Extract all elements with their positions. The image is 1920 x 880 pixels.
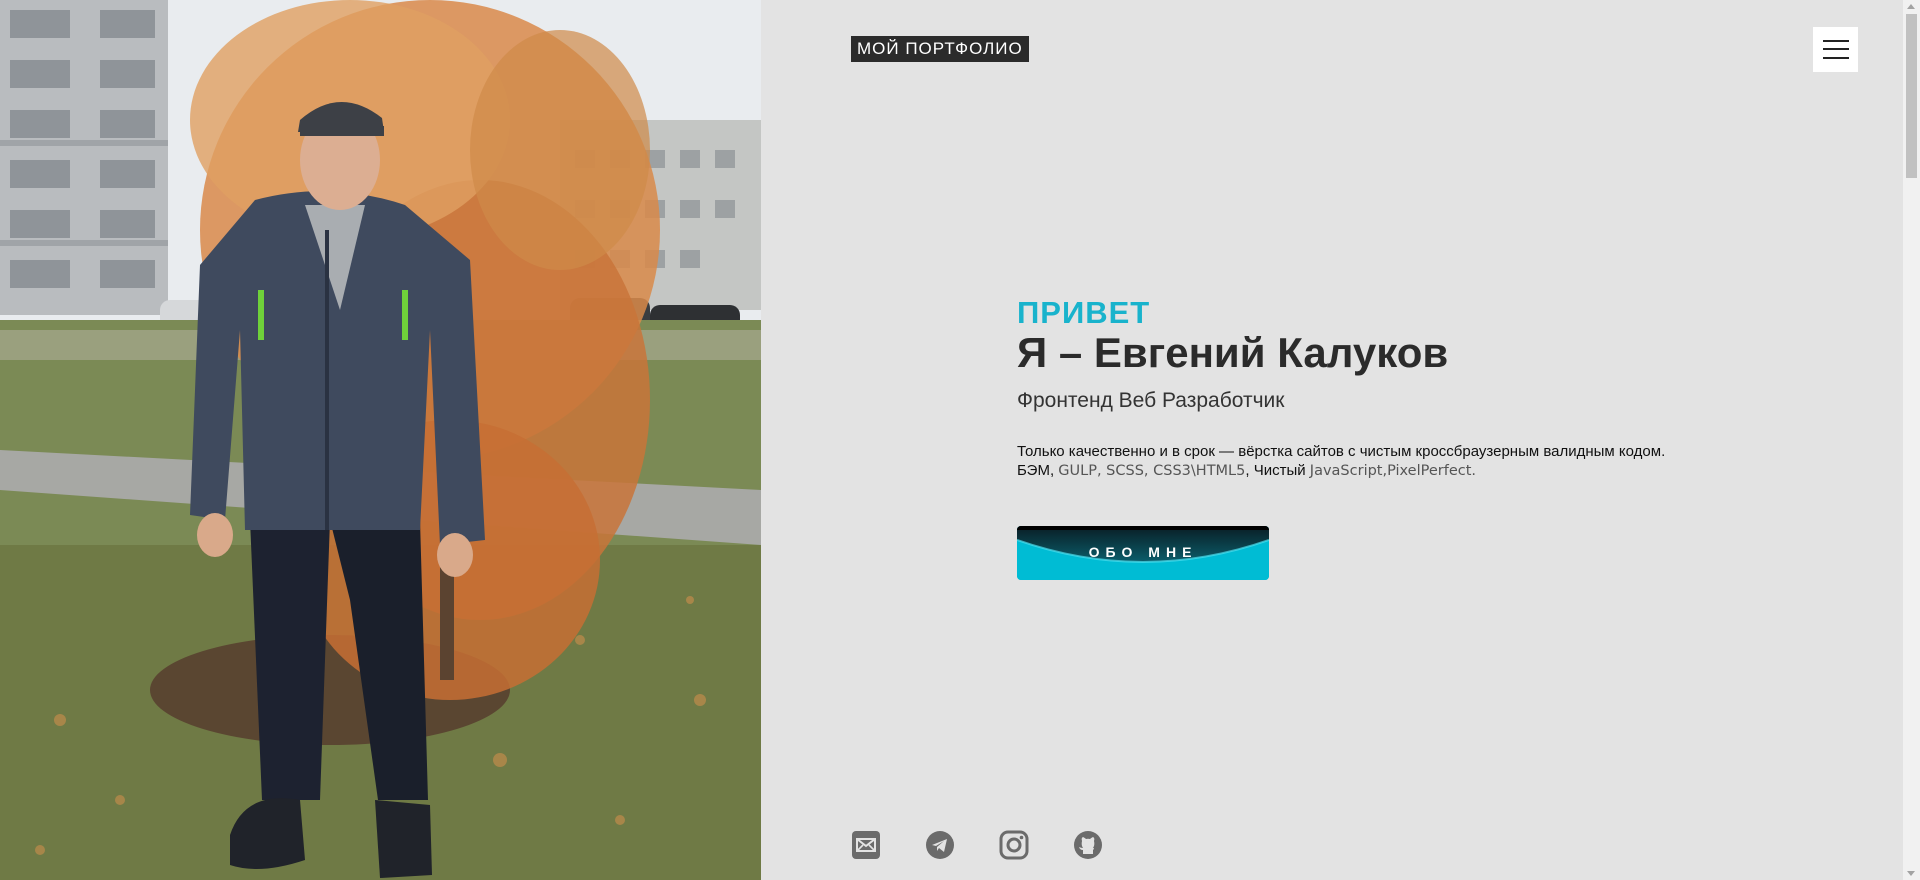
mail-icon[interactable] bbox=[851, 830, 881, 860]
hamburger-menu-icon[interactable] bbox=[1813, 27, 1858, 72]
site-logo[interactable]: МОЙ ПОРТФОЛИО bbox=[851, 36, 1029, 62]
hero-greeting: ПРИВЕТ bbox=[1017, 295, 1151, 330]
page-scrollbar[interactable] bbox=[1903, 0, 1920, 880]
instagram-icon[interactable] bbox=[999, 830, 1029, 860]
scroll-down-arrow-icon[interactable] bbox=[1907, 871, 1915, 876]
profile-photo bbox=[0, 0, 761, 880]
menu-line bbox=[1823, 57, 1849, 59]
hero-name: Я – Евгений Калуков bbox=[1017, 329, 1449, 376]
scrollbar-thumb[interactable] bbox=[1906, 14, 1917, 178]
menu-line bbox=[1823, 48, 1849, 50]
hero-section: ПРИВЕТ Я – Евгений Калуков Фронтенд Веб … bbox=[1017, 296, 1677, 481]
desc-tech-list: JavaScript,PixelPerfect. bbox=[1309, 463, 1477, 479]
hero-description: Только качественно и в срок — вёрстка са… bbox=[1017, 442, 1667, 481]
about-me-label: ОБО МНЕ bbox=[1088, 544, 1198, 560]
desc-text: , Чистый bbox=[1245, 462, 1310, 479]
hero-role: Фронтенд Веб Разработчик bbox=[1017, 389, 1285, 412]
desc-tech-list: GULP, SCSS, CSS3\HTML5 bbox=[1058, 463, 1246, 479]
menu-line bbox=[1823, 40, 1849, 42]
github-icon[interactable] bbox=[1073, 830, 1103, 860]
telegram-icon[interactable] bbox=[925, 830, 955, 860]
scroll-up-arrow-icon[interactable] bbox=[1907, 4, 1915, 9]
about-me-button[interactable]: ОБО МНЕ bbox=[1017, 526, 1269, 580]
